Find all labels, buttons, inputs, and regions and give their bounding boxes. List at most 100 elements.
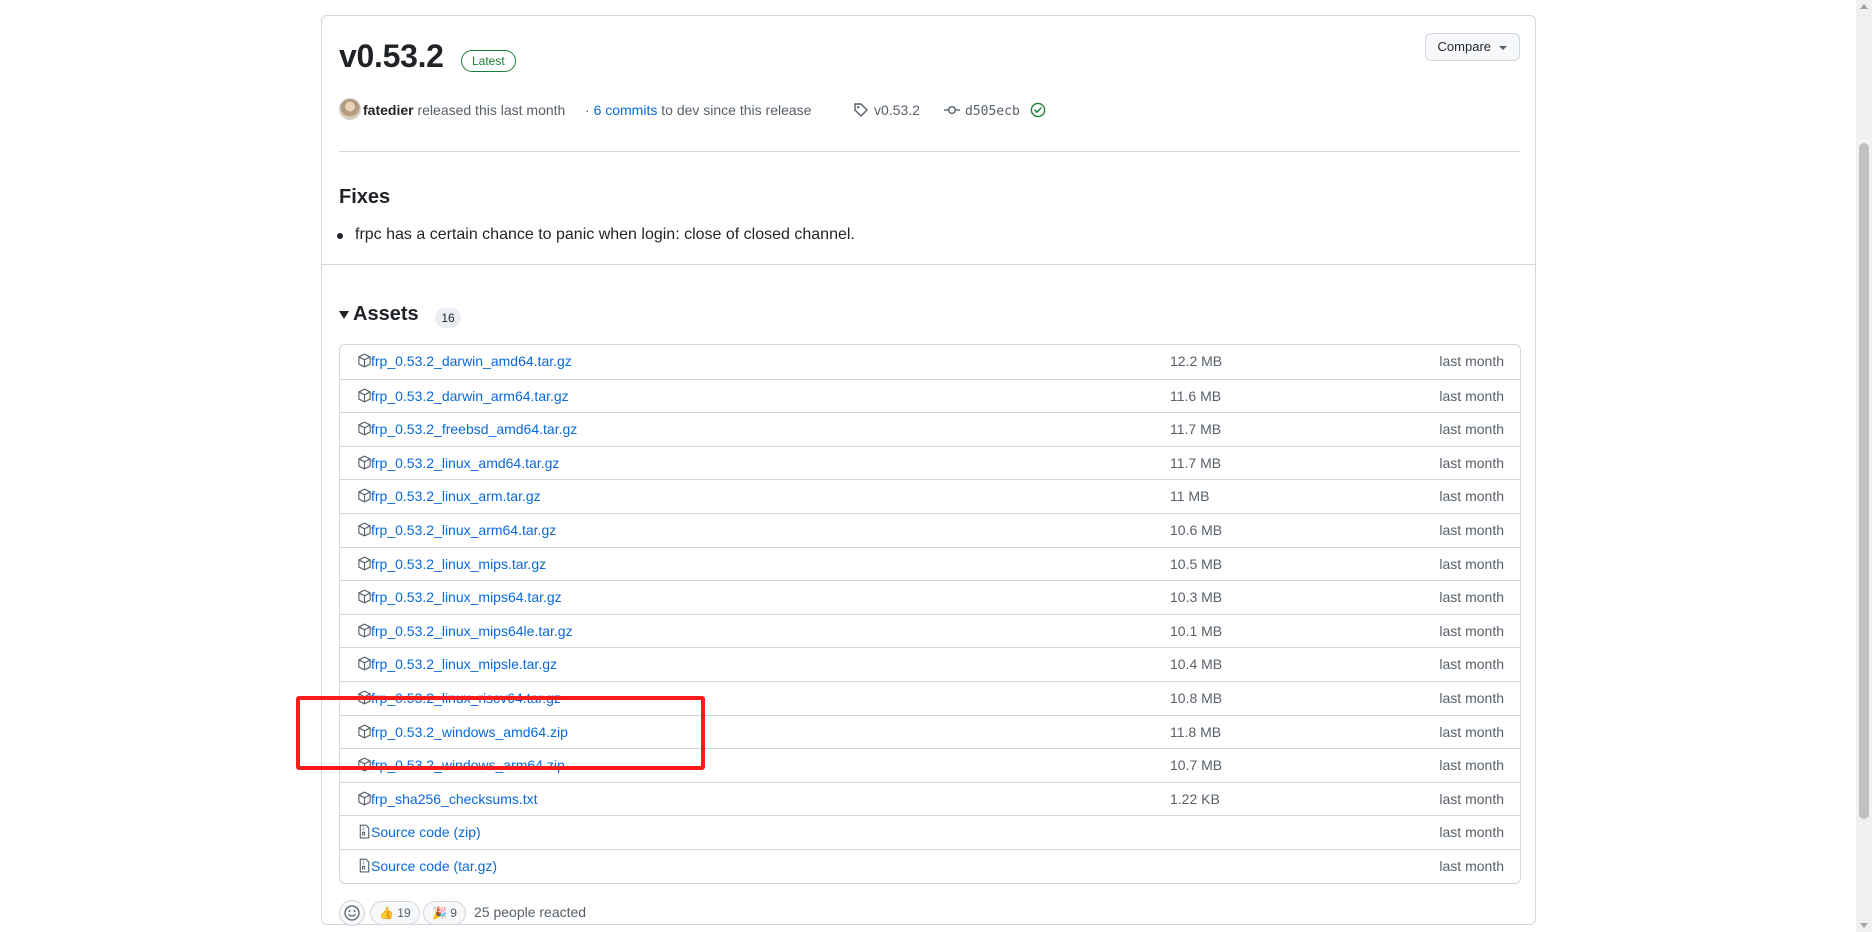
notes-item: frpc has a certain chance to panic when …: [337, 226, 855, 243]
package-icon: [357, 556, 371, 570]
reaction-hooray[interactable]: 🎉 9: [423, 901, 466, 925]
asset-link[interactable]: frp_0.53.2_linux_amd64.tar.gz: [371, 455, 559, 471]
asset-date: last month: [1439, 824, 1504, 841]
package-icon: [357, 421, 371, 436]
table-row: frp_0.53.2_linux_arm.tar.gz 11 MB last mon…: [340, 479, 1520, 513]
reactions-summary: 25 people reacted: [474, 904, 587, 920]
table-row: frp_0.53.2_linux_mips.tar.gz 10.5 MB last …: [340, 546, 1520, 581]
asset-size: 11.7 MB: [1170, 421, 1222, 438]
table-row: frp_0.53.2_linux_mips64le.tar.gz 10.1 MB l…: [340, 613, 1520, 648]
table-row: frp_0.53.2_freebsd_amd64.tar.gz 11.7 MB la…: [340, 412, 1520, 446]
commit-icon: [944, 105, 960, 114]
package-icon: [357, 623, 371, 638]
asset-size: 11 MB: [1170, 488, 1210, 505]
asset-link[interactable]: frp_0.53.2_windows_amd64.zip: [371, 724, 568, 740]
package-icon: [357, 353, 371, 368]
asset-size: 11.6 MB: [1170, 387, 1222, 404]
asset-date: last month: [1439, 488, 1504, 505]
table-row: frp_0.53.2_linux_mips64.tar.gz 10.3 MB las…: [340, 580, 1520, 614]
asset-link[interactable]: Source code (zip): [371, 824, 481, 840]
release-title[interactable]: v0.53.2: [339, 38, 444, 75]
asset-date: last month: [1439, 387, 1504, 404]
caret-down-icon: [1499, 45, 1507, 50]
asset-date: last month: [1439, 689, 1504, 706]
asset-link[interactable]: frp_0.53.2_windows_arm64.zip: [371, 757, 565, 773]
asset-format: (tar.gz): [453, 857, 498, 874]
asset-size: 10.5 MB: [1170, 555, 1223, 572]
asset-date: last month: [1439, 757, 1504, 774]
compare-button[interactable]: Compare: [1424, 33, 1520, 61]
asset-link[interactable]: frp_0.53.2_linux_mips.tar.gz: [371, 556, 546, 572]
package-icon: [357, 791, 371, 806]
asset-size: 10.3 MB: [1170, 589, 1223, 606]
asset-size: 10.1 MB: [1170, 622, 1223, 639]
asset-link[interactable]: frp_0.53.2_linux_mipsle.tar.gz: [371, 656, 557, 672]
asset-link[interactable]: frp_0.53.2_linux_riscv64.tar.gz: [371, 690, 561, 706]
table-row: frp_0.53.2_linux_arm64.tar.gz 10.6 MB last…: [340, 512, 1520, 547]
add-reaction-button[interactable]: [339, 900, 365, 926]
avatar[interactable]: [339, 98, 361, 120]
scroll-up-icon[interactable]: [1860, 4, 1868, 9]
table-row: frp_0.53.2_linux_riscv64.tar.gz 10.8 MB la…: [340, 680, 1520, 715]
asset-link[interactable]: frp_sha256_checksums.txt: [371, 791, 538, 807]
commits-suffix: to dev since this release: [661, 102, 812, 118]
hooray-icon: 🎉: [432, 906, 447, 920]
release-card: v0.53.2 Latest Compare fatedier released…: [321, 15, 1536, 926]
verified-check-icon: [1030, 102, 1045, 118]
compare-label: Compare: [1437, 39, 1491, 54]
scroll-down-icon[interactable]: [1860, 923, 1868, 928]
reaction-thumbs-up[interactable]: 👍 19: [370, 901, 420, 925]
smiley-icon: [344, 905, 360, 921]
table-row: frp_0.53.2_windows_amd64.zip 11.8 MB last …: [340, 714, 1520, 749]
scrollbar-thumb[interactable]: [1859, 143, 1869, 819]
author-link[interactable]: fatedier: [363, 102, 414, 118]
assets-count-badge: 16: [435, 308, 461, 328]
table-row: frp_0.53.2_linux_amd64.tar.gz 11.7 MB last…: [340, 445, 1520, 480]
asset-link[interactable]: frp_0.53.2_linux_mips64.tar.gz: [371, 589, 562, 605]
package-icon: [357, 488, 371, 503]
file-zip-icon: [357, 824, 371, 839]
asset-date: last month: [1439, 521, 1504, 538]
assets-list: frp_0.53.2_darwin_amd64.tar.gz 12.2 MB las…: [339, 344, 1521, 884]
asset-link[interactable]: frp_0.53.2_darwin_amd64.tar.gz: [371, 353, 572, 369]
package-icon: [357, 656, 371, 671]
divider: [339, 151, 1520, 152]
asset-link[interactable]: Source code (tar.gz): [371, 858, 497, 874]
tag-label: v0.53.2: [874, 102, 920, 118]
commits-separator: ·: [585, 102, 590, 118]
commits-link[interactable]: 6 commits: [594, 102, 658, 118]
asset-date: last month: [1439, 723, 1504, 740]
asset-link[interactable]: frp_0.53.2_freebsd_amd64.tar.gz: [371, 421, 577, 437]
asset-link[interactable]: frp_0.53.2_linux_mips64le.tar.gz: [371, 623, 573, 639]
asset-link[interactable]: frp_0.53.2_linux_arm.tar.gz: [371, 488, 541, 504]
table-row: frp_0.53.2_darwin_arm64.tar.gz 11.6 MB las…: [340, 378, 1520, 413]
asset-date: last month: [1439, 857, 1504, 874]
asset-link[interactable]: frp_0.53.2_linux_arm64.tar.gz: [371, 522, 556, 538]
released-text: released this last month: [417, 102, 566, 118]
notes-heading: Fixes: [339, 186, 391, 208]
asset-size: 12.2 MB: [1170, 353, 1223, 369]
package-icon: [357, 522, 371, 537]
thumbs-up-icon: 👍: [379, 906, 394, 920]
asset-format: (zip): [453, 824, 481, 841]
asset-size: 11.8 MB: [1170, 723, 1222, 740]
asset-date: last month: [1439, 790, 1504, 807]
asset-size: 10.7 MB: [1170, 757, 1223, 774]
divider: [322, 264, 1535, 265]
assets-heading: Assets: [353, 303, 419, 325]
package-icon: [357, 388, 371, 403]
asset-size: 10.4 MB: [1170, 656, 1223, 673]
package-icon: [357, 690, 371, 705]
asset-link[interactable]: frp_0.53.2_darwin_arm64.tar.gz: [371, 388, 569, 404]
tag-link[interactable]: v0.53.2: [853, 98, 920, 122]
commit-link[interactable]: d505ecb: [943, 98, 1046, 124]
latest-badge: Latest: [461, 50, 516, 72]
table-row: frp_sha256_checksums.txt 1.22 KB last mont…: [340, 781, 1520, 816]
thumbs-up-count: 19: [397, 906, 411, 920]
table-row: frp_0.53.2_darwin_amd64.tar.gz 12.2 MB las…: [340, 345, 1520, 379]
tag-icon: [854, 103, 868, 117]
package-icon: [357, 724, 371, 738]
package-icon: [357, 455, 371, 470]
table-row: frp_0.53.2_linux_mipsle.tar.gz 10.4 MB las…: [340, 647, 1520, 681]
page-scrollbar[interactable]: [1856, 0, 1872, 932]
